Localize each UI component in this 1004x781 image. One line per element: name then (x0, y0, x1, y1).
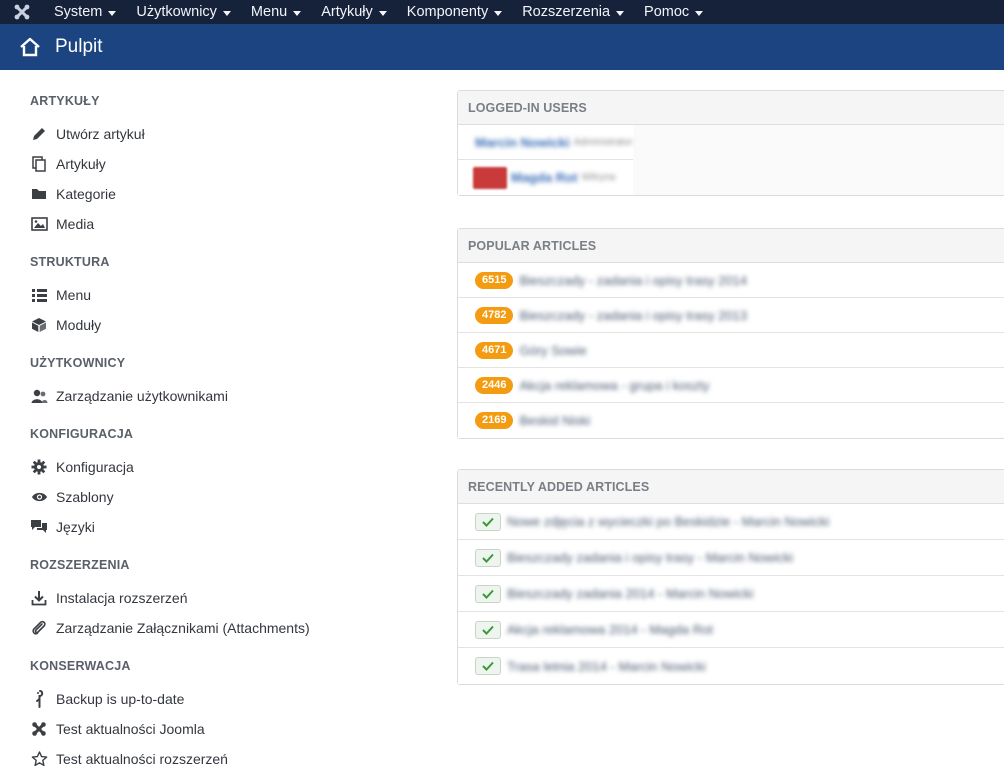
cube-icon (30, 316, 48, 334)
popular-article-row[interactable]: 2169 Beskid Niski (458, 403, 1004, 438)
pencil-icon (30, 125, 48, 143)
sidebar-item-languages[interactable]: Języki (30, 516, 95, 538)
menu-users[interactable]: Użytkownicy (126, 0, 241, 24)
caret-down-icon (494, 10, 503, 16)
panel-header: LOGGED-IN USERS (458, 91, 1004, 125)
check-icon (475, 548, 501, 567)
logged-in-users-panel: LOGGED-IN USERS Marcin Nowicki Administr… (457, 90, 1004, 196)
joomla-icon (30, 720, 48, 738)
joomla-logo-icon[interactable] (0, 0, 44, 24)
caret-down-icon (378, 10, 387, 16)
image-icon (30, 215, 48, 233)
paperclip-icon (30, 619, 48, 637)
menu-articles[interactable]: Artykuły (311, 0, 397, 24)
section-title-structure: STRUKTURA (30, 255, 110, 269)
menu-menus[interactable]: Menu (241, 0, 311, 24)
sidebar-item-modules[interactable]: Moduły (30, 314, 101, 336)
popular-article-row[interactable]: 4671 Góry Sowie (458, 333, 1004, 368)
section-title-maintenance: KONSERWACJA (30, 659, 131, 673)
sidebar-item-backup[interactable]: Backup is up-to-date (30, 688, 184, 710)
section-title-extensions: ROZSZERZENIA (30, 558, 130, 572)
check-icon (475, 512, 501, 531)
popular-article-row[interactable]: 4782 Bieszczady - zadania i opisy trasy 2… (458, 298, 1004, 333)
user-avatar (473, 166, 507, 189)
caret-down-icon (695, 10, 704, 16)
users-icon (30, 387, 48, 405)
caret-down-icon (108, 10, 117, 16)
check-icon (475, 657, 501, 675)
sidebar-item-media[interactable]: Media (30, 213, 94, 235)
sidebar-item-configuration[interactable]: Konfiguracja (30, 456, 134, 478)
hits-badge: 6515 (475, 271, 514, 289)
popular-article-row[interactable]: 6515 Bieszczady - zadania i opisy trasy 2… (458, 263, 1004, 298)
copy-icon (30, 155, 48, 173)
home-icon (18, 35, 42, 59)
menu-extensions[interactable]: Rozszerzenia (512, 0, 634, 24)
sidebar-item-install-extensions[interactable]: Instalacja rozszerzeń (30, 587, 188, 609)
caret-down-icon (616, 10, 625, 16)
recent-article-row[interactable]: Bieszczady zadania i opisy trasy - Marci… (458, 540, 1004, 576)
eye-icon (30, 488, 48, 506)
recent-article-row[interactable]: Bieszczady zadania 2014 - Marcin Nowicki (458, 576, 1004, 612)
comments-icon (30, 518, 48, 536)
panel-header: POPULAR ARTICLES (458, 229, 1004, 263)
caret-down-icon (293, 10, 302, 16)
sidebar-item-extension-update[interactable]: Test aktualności rozszerzeń (30, 748, 228, 770)
sidebar-item-joomla-update[interactable]: Test aktualności Joomla (30, 718, 205, 740)
check-icon (475, 620, 501, 639)
hits-badge: 4671 (475, 341, 514, 359)
sidebar-item-user-manager[interactable]: Zarządzanie użytkownikami (30, 385, 228, 407)
section-title-configuration: KONFIGURACJA (30, 427, 134, 441)
logged-in-user-row[interactable]: Magda Rot Witryna (458, 160, 633, 195)
folder-icon (30, 185, 48, 203)
section-title-articles: ARTYKUŁY (30, 94, 100, 108)
page-header: Pulpit (0, 24, 1004, 70)
top-menu-bar: System Użytkownicy Menu Artykuły Kompone… (0, 0, 1004, 24)
sidebar-item-menu[interactable]: Menu (30, 284, 91, 306)
menu-help[interactable]: Pomoc (634, 0, 713, 24)
check-icon (475, 584, 501, 603)
recent-article-row[interactable]: Trasa letnia 2014 - Marcin Nowicki (458, 648, 1004, 684)
recent-article-row[interactable]: Nowe zdjęcia z wycieczki po Beskidzie - … (458, 504, 1004, 540)
hits-badge: 4782 (475, 306, 514, 324)
star-icon (30, 750, 48, 768)
hits-badge: 2446 (475, 376, 514, 394)
popular-article-row[interactable]: 2446 Akcja reklamowa - grupa i koszty (458, 368, 1004, 403)
recent-article-row[interactable]: Akcja reklamowa 2014 - Magda Rot (458, 612, 1004, 648)
sidebar-item-categories[interactable]: Kategorie (30, 183, 116, 205)
gear-icon (30, 458, 48, 476)
sidebar-item-templates[interactable]: Szablony (30, 486, 114, 508)
caret-down-icon (222, 10, 231, 16)
logged-in-user-row[interactable]: Marcin Nowicki Administrator (458, 125, 633, 160)
akeeba-icon (30, 690, 48, 708)
menu-system[interactable]: System (44, 0, 126, 24)
sidebar-item-attachments[interactable]: Zarządzanie Załącznikami (Attachments) (30, 617, 310, 639)
sidebar-item-create-article[interactable]: Utwórz artykuł (30, 123, 145, 145)
hits-badge: 2169 (475, 412, 514, 429)
sidebar-item-articles[interactable]: Artykuły (30, 153, 106, 175)
panel-header: RECENTLY ADDED ARTICLES (458, 470, 1004, 504)
menu-components[interactable]: Komponenty (397, 0, 512, 24)
popular-articles-panel: POPULAR ARTICLES 6515 Bieszczady - zadani… (457, 228, 1004, 439)
recent-articles-panel: RECENTLY ADDED ARTICLES Nowe zdjęcia z w… (457, 469, 1004, 685)
list-icon (30, 286, 48, 304)
page-title: Pulpit (55, 36, 103, 57)
section-title-users: UŻYTKOWNICY (30, 356, 126, 370)
download-icon (30, 589, 48, 607)
